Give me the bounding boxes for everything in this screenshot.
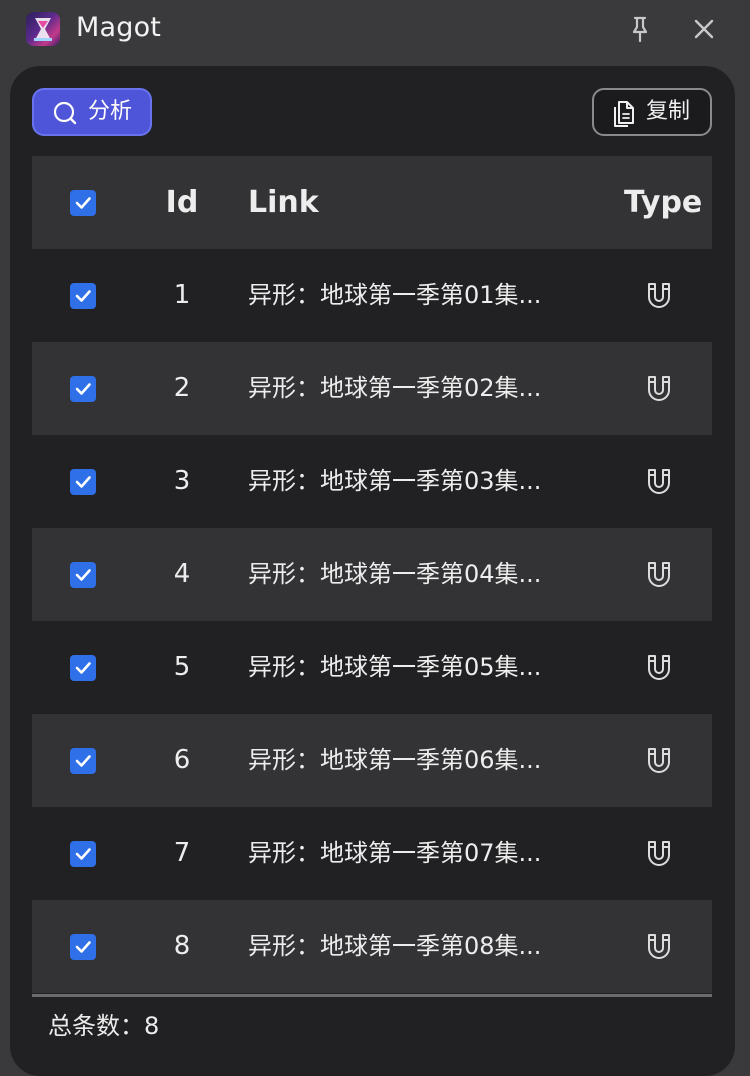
row-link[interactable]: 异形：地球第一季第05集... <box>248 621 590 714</box>
select-all-checkbox[interactable] <box>70 190 96 216</box>
column-header-type: Type <box>624 185 703 220</box>
table-row[interactable]: 3 异形：地球第一季第03集... <box>32 435 712 528</box>
checkmark-icon <box>75 197 91 209</box>
copy-label: 复制 <box>646 99 691 124</box>
row-type-magnet[interactable] <box>646 282 672 310</box>
pin-button[interactable] <box>624 13 656 45</box>
row-id: 3 <box>173 466 191 496</box>
search-icon <box>53 101 77 125</box>
row-link[interactable]: 异形：地球第一季第01集... <box>248 249 590 342</box>
row-id: 7 <box>173 838 191 868</box>
magnet-icon <box>648 934 670 959</box>
row-link[interactable]: 异形：地球第一季第08集... <box>248 900 590 993</box>
analyze-label: 分析 <box>88 99 133 124</box>
row-id: 2 <box>173 373 191 403</box>
column-header-id: Id <box>165 185 199 220</box>
table-row[interactable]: 8 异形：地球第一季第08集... <box>32 900 712 993</box>
row-id: 8 <box>173 931 191 961</box>
row-type-magnet[interactable] <box>646 933 672 961</box>
row-type-magnet[interactable] <box>646 654 672 682</box>
copy-button[interactable]: 复制 <box>592 88 712 136</box>
row-type-magnet[interactable] <box>646 747 672 775</box>
row-link[interactable]: 异形：地球第一季第02集... <box>248 342 590 435</box>
row-id: 6 <box>173 745 191 775</box>
checkmark-icon <box>75 848 91 860</box>
row-type-magnet[interactable] <box>646 375 672 403</box>
total-count: 总条数：8 <box>48 1012 160 1040</box>
row-checkbox[interactable] <box>70 748 96 774</box>
links-table: Id Link Type 1 异形：地球第一季第01集... 2 异形：地球第一季第0… <box>32 156 712 993</box>
checkmark-icon <box>75 383 91 395</box>
row-link[interactable]: 异形：地球第一季第03集... <box>248 435 590 528</box>
table-row[interactable]: 1 异形：地球第一季第01集... <box>32 249 712 342</box>
row-id: 5 <box>173 652 191 682</box>
row-checkbox[interactable] <box>70 934 96 960</box>
magnet-icon <box>648 841 670 866</box>
magnet-icon <box>648 283 670 308</box>
row-checkbox[interactable] <box>70 469 96 495</box>
table-row[interactable]: 6 异形：地球第一季第06集... <box>32 714 712 807</box>
checkmark-icon <box>75 290 91 302</box>
table-bottom-border <box>32 994 712 997</box>
row-link[interactable]: 异形：地球第一季第07集... <box>248 807 590 900</box>
close-icon <box>694 19 714 39</box>
app-title: Magot <box>76 12 162 43</box>
magnet-icon <box>648 562 670 587</box>
pin-icon <box>632 16 648 43</box>
magnet-icon <box>648 748 670 773</box>
row-id: 4 <box>173 559 191 589</box>
table-row[interactable]: 7 异形：地球第一季第07集... <box>32 807 712 900</box>
row-type-magnet[interactable] <box>646 561 672 589</box>
row-link[interactable]: 异形：地球第一季第06集... <box>248 714 590 807</box>
row-checkbox[interactable] <box>70 283 96 309</box>
table-row[interactable]: 5 异形：地球第一季第05集... <box>32 621 712 714</box>
row-checkbox[interactable] <box>70 841 96 867</box>
row-type-magnet[interactable] <box>646 840 672 868</box>
table-row[interactable]: 4 异形：地球第一季第04集... <box>32 528 712 621</box>
row-id: 1 <box>173 280 191 310</box>
row-checkbox[interactable] <box>70 655 96 681</box>
analyze-button[interactable]: 分析 <box>32 88 152 136</box>
table-body: 1 异形：地球第一季第01集... 2 异形：地球第一季第02集... 3 异形：地球第一… <box>32 249 712 993</box>
row-link[interactable]: 异形：地球第一季第04集... <box>248 528 590 621</box>
checkmark-icon <box>75 569 91 581</box>
row-checkbox[interactable] <box>70 562 96 588</box>
checkmark-icon <box>75 941 91 953</box>
magnet-icon <box>648 469 670 494</box>
checkmark-icon <box>75 662 91 674</box>
checkmark-icon <box>75 476 91 488</box>
app-logo-icon <box>26 12 60 46</box>
row-type-magnet[interactable] <box>646 468 672 496</box>
column-header-link: Link <box>248 185 319 220</box>
magnet-icon <box>648 655 670 680</box>
title-bar: Magot <box>0 0 750 56</box>
magnet-icon <box>648 376 670 401</box>
close-button[interactable] <box>688 13 720 45</box>
table-row[interactable]: 2 异形：地球第一季第02集... <box>32 342 712 435</box>
copy-document-icon <box>614 101 634 127</box>
table-header: Id Link Type <box>32 156 712 249</box>
row-checkbox[interactable] <box>70 376 96 402</box>
checkmark-icon <box>75 755 91 767</box>
